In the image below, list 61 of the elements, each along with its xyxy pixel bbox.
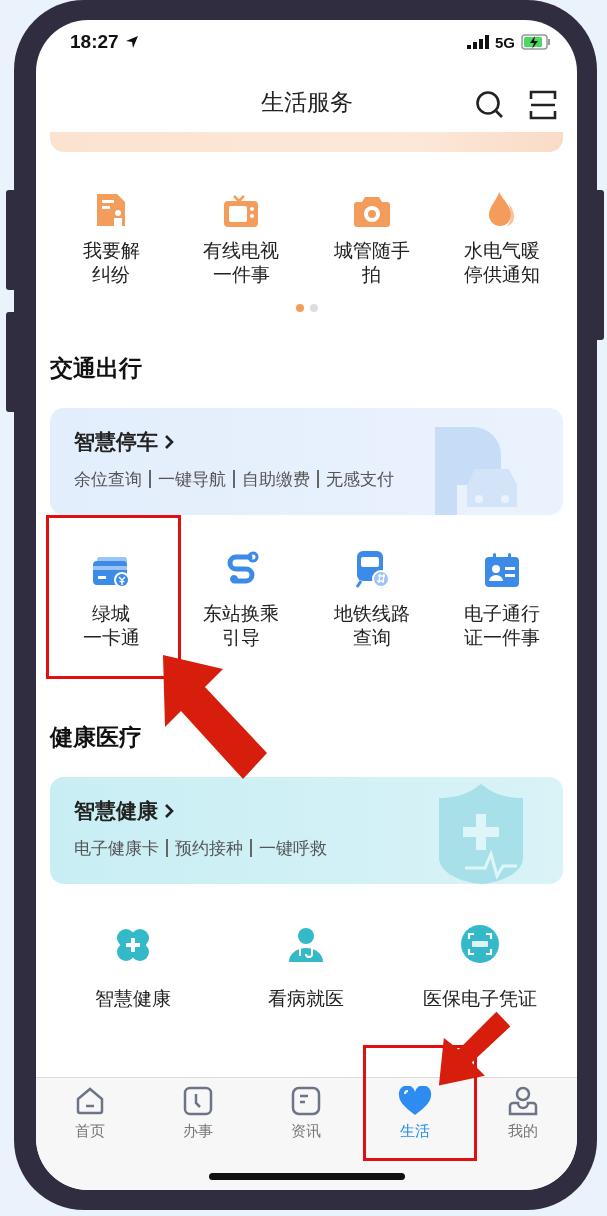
section-title: 交通出行 xyxy=(50,354,143,383)
home-icon xyxy=(75,1086,106,1116)
feature-card[interactable]: 智慧健康 电子健康卡 预约接种 一键呼救 xyxy=(50,777,563,884)
card-link[interactable]: 一键导航 xyxy=(149,470,233,488)
camera-icon xyxy=(352,194,391,228)
card-link[interactable]: 电子健康卡 xyxy=(74,839,166,857)
service-item[interactable]: 有线电视 一件事 xyxy=(176,188,307,286)
service-label: 看病就医 xyxy=(268,986,345,1010)
service-item[interactable]: 医保电子凭证 xyxy=(423,924,538,1010)
card-link[interactable]: 余位查询 xyxy=(74,470,149,488)
service-item[interactable]: 城管随手 拍 xyxy=(306,188,437,286)
card-link[interactable]: 预约接种 xyxy=(166,839,250,857)
card-link[interactable]: 无感支付 xyxy=(317,470,401,488)
tab[interactable]: 我的 xyxy=(468,1086,577,1141)
battery-charging-icon xyxy=(521,34,551,50)
service-label: 东站换乘 引导 xyxy=(203,601,280,649)
service-label: 城管随手 拍 xyxy=(333,238,410,286)
heart-icon xyxy=(397,1086,432,1116)
scan-icon[interactable] xyxy=(529,90,557,120)
page-title: 生活服务 xyxy=(260,87,353,117)
service-item[interactable]: 水电气暖 停供通知 xyxy=(436,188,567,286)
card-title: 智慧健康 xyxy=(74,798,158,825)
person-icon xyxy=(506,1086,539,1116)
tv-icon xyxy=(222,194,261,228)
clock-icon xyxy=(183,1086,214,1116)
id-card-icon xyxy=(482,551,521,589)
card-link[interactable]: 一键呼救 xyxy=(250,839,334,857)
service-label: 智慧健康 xyxy=(94,986,171,1010)
service-label: 有线电视 一件事 xyxy=(203,238,280,286)
news-icon xyxy=(291,1086,322,1116)
chevron-right-icon xyxy=(164,803,174,819)
network-label: 5G xyxy=(495,33,515,51)
tab[interactable]: 资讯 xyxy=(252,1086,361,1141)
chevron-right-icon xyxy=(164,434,174,450)
service-item[interactable]: 智慧健康 xyxy=(94,924,171,1010)
tab[interactable]: 首页 xyxy=(36,1086,145,1141)
scan-badge-icon xyxy=(460,924,501,964)
service-item[interactable]: 绿城 一卡通 xyxy=(82,549,140,649)
signal-icon xyxy=(467,35,489,49)
card-title: 智慧停车 xyxy=(74,429,158,456)
feature-card[interactable]: 智慧停车 余位查询 一键导航 自助缴费 无感支付 xyxy=(50,408,563,515)
service-label: 我要解 纠纷 xyxy=(82,238,140,286)
pager-dot[interactable] xyxy=(295,304,304,312)
doctor-icon xyxy=(287,926,326,964)
search-icon[interactable] xyxy=(475,90,505,120)
service-label: 绿城 一卡通 xyxy=(82,601,140,649)
card-link[interactable]: 自助缴费 xyxy=(233,470,317,488)
location-arrow-icon xyxy=(124,35,139,49)
tab[interactable]: 办事 xyxy=(144,1086,253,1141)
status-time: 18:27 xyxy=(70,31,119,53)
service-label: 水电气暖 停供通知 xyxy=(463,238,540,286)
pager-dot[interactable] xyxy=(309,304,318,312)
service-label: 电子通行 证一件事 xyxy=(463,601,540,649)
service-item[interactable]: 看病就医 xyxy=(268,924,345,1010)
service-item[interactable]: 我要解 纠纷 xyxy=(46,188,177,286)
service-item[interactable]: 电子通行 证一件事 xyxy=(463,549,540,649)
service-item[interactable]: 东站换乘 引导 xyxy=(203,549,280,649)
service-label: 地铁线路 查询 xyxy=(333,601,410,649)
section-title: 健康医疗 xyxy=(50,723,143,752)
service-item[interactable]: 地铁线路 查询 xyxy=(333,549,410,649)
service-label: 医保电子凭证 xyxy=(423,986,538,1010)
